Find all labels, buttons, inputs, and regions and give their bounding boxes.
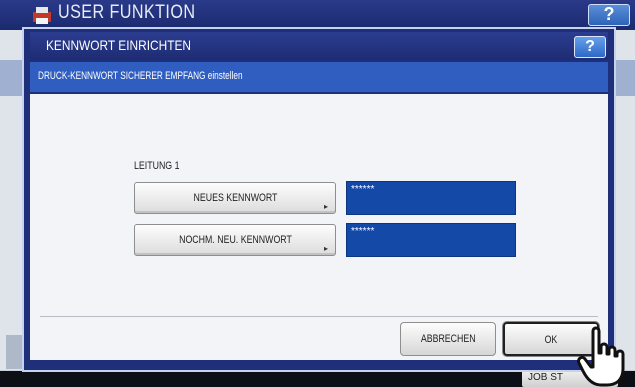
background-left-strip (0, 60, 24, 96)
dialog-content: LEITUNG 1 NEUES KENNWORT ▸ ****** NOCHM.… (30, 94, 608, 360)
dialog-subtitle-bar: DRUCK-KENNWORT SICHERER EMPFANG einstell… (30, 62, 608, 92)
ok-button-label: OK (544, 334, 558, 346)
new-password-button-label: NEUES KENNWORT (193, 192, 277, 204)
new-password-button[interactable]: NEUES KENNWORT ▸ (134, 182, 336, 214)
dialog-help-button[interactable]: ? (574, 36, 606, 58)
dialog-title: KENNWORT EINRICHTEN (46, 37, 192, 53)
cancel-button[interactable]: ABBRECHEN (400, 322, 496, 356)
screen: USER FUNKTION ? JOB ST KENNWORT EINRICHT… (0, 0, 635, 387)
confirm-password-button[interactable]: NOCHM. NEU. KENNWORT ▸ (134, 224, 336, 256)
cancel-button-label: ABBRECHEN (420, 333, 476, 345)
confirm-password-field[interactable]: ****** (346, 223, 516, 257)
hand-pointer-icon (577, 326, 625, 387)
background-help-button[interactable]: ? (588, 4, 630, 26)
line-label: LEITUNG 1 (134, 160, 180, 172)
new-password-field[interactable]: ****** (346, 181, 516, 215)
background-header: USER FUNKTION ? (0, 0, 635, 30)
arrow-indicator-icon: ▸ (323, 244, 328, 253)
background-title: USER FUNKTION (58, 2, 196, 23)
dialog-divider (40, 316, 598, 317)
dialog-title-bar: KENNWORT EINRICHTEN ? (30, 32, 608, 60)
confirm-password-button-label: NOCHM. NEU. KENNWORT (178, 234, 292, 246)
printer-logo-icon (33, 7, 51, 24)
help-icon: ? (585, 38, 595, 55)
arrow-indicator-icon: ▸ (323, 202, 328, 211)
dialog-subtitle: DRUCK-KENNWORT SICHERER EMPFANG einstell… (38, 70, 243, 82)
